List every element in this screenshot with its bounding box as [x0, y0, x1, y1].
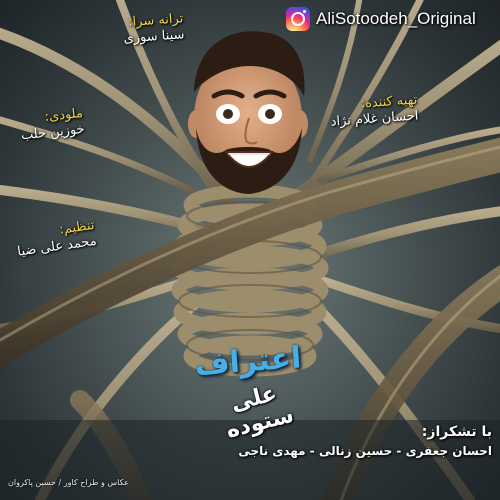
instagram-handle-badge: AliSotoodeh_Original: [286, 6, 476, 32]
credit-producer: تهیه کننده: احسان غلام نژاد: [317, 93, 419, 132]
thanks-label: با تشکراز:: [421, 424, 492, 440]
photo-credit: عکاس و طراح کاور / حسین پاکروان: [8, 478, 129, 487]
album-cover: AliSotoodeh_Original ترانه سرا: سینا سور…: [0, 0, 500, 500]
instagram-handle: AliSotoodeh_Original: [316, 9, 476, 28]
thanks-names: احسان جعفری - حسین زنالی - مهدی ناجی: [238, 444, 492, 458]
thanks-block: با تشکراز: احسان جعفری - حسین زنالی - مه…: [222, 424, 492, 458]
instagram-icon: [286, 7, 310, 31]
credit-lyrics: ترانه سرا: سینا سوری: [103, 11, 185, 49]
